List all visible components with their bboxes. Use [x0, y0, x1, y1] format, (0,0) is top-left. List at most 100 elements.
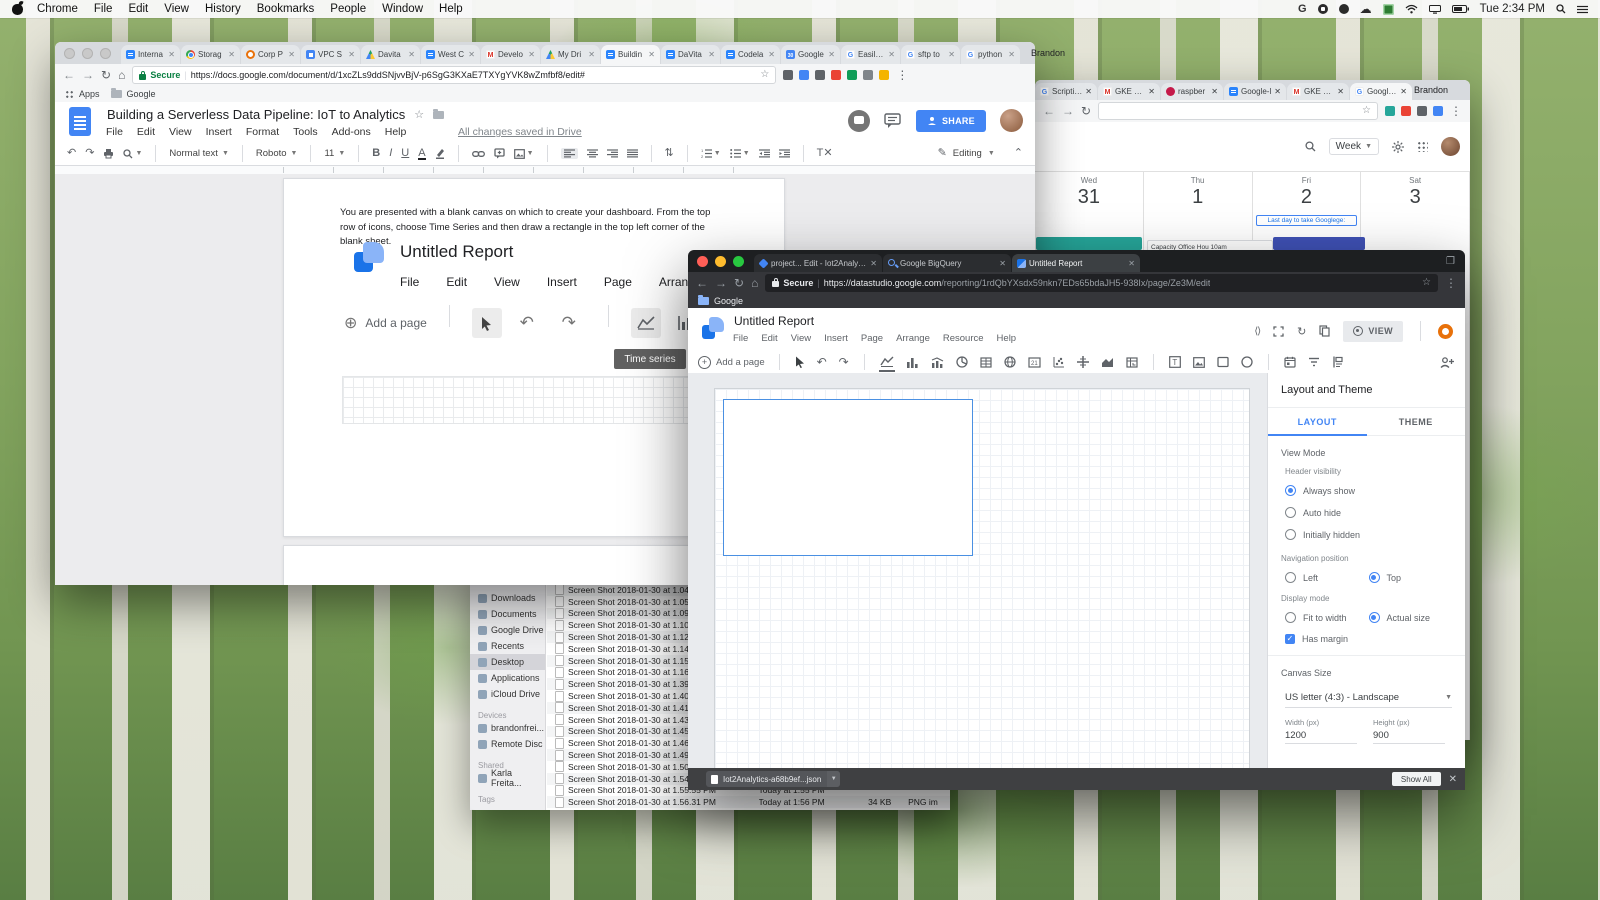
back-icon[interactable]: ←	[1043, 105, 1055, 117]
document-title[interactable]: Building a Serverless Data Pipeline: IoT…	[107, 107, 405, 122]
tab-close-icon[interactable]: ✕	[288, 50, 295, 59]
browser-tab[interactable]: Develo ✕	[481, 45, 540, 64]
tab-close-icon[interactable]: ✕	[999, 259, 1006, 268]
tab-close-icon[interactable]: ✕	[588, 50, 595, 59]
google-docs-logo[interactable]	[69, 107, 91, 136]
outdent-icon[interactable]	[759, 149, 770, 158]
bookmark-star-icon[interactable]: ☆	[760, 69, 769, 81]
refresh-icon[interactable]: ↻	[734, 277, 744, 289]
share-button[interactable]: SHARE	[916, 110, 986, 132]
forward-icon[interactable]: →	[1062, 105, 1074, 117]
refresh-icon[interactable]: ↻	[1081, 105, 1091, 117]
tab-close-icon[interactable]: ✕	[888, 50, 895, 59]
insert-link-icon[interactable]	[472, 150, 485, 158]
finder-sidebar-entry[interactable]: Google Drive	[470, 622, 545, 638]
menubar-item[interactable]: Help	[439, 3, 463, 15]
menubar-clock[interactable]: Tue 2:34 PM	[1480, 3, 1545, 15]
tab-close-icon[interactable]: ✕	[1211, 87, 1218, 96]
day-number[interactable]: 3	[1361, 186, 1469, 209]
finder-sidebar-entry[interactable]: brandonfrei...	[470, 720, 545, 736]
tab-close-icon[interactable]: ✕	[1274, 87, 1281, 96]
browser-tab[interactable]: GKE Nod ✕	[1098, 83, 1160, 100]
back-icon[interactable]: ←	[63, 69, 75, 81]
share-add-person-icon[interactable]	[1439, 353, 1455, 371]
pie-chart-icon[interactable]	[955, 353, 969, 371]
finder-sidebar-entry[interactable]: Downloads	[470, 590, 545, 606]
display-icon[interactable]	[1429, 5, 1441, 14]
extension-icon[interactable]	[879, 70, 889, 80]
browser-tab[interactable]: Easily E ✕	[841, 45, 900, 64]
extension-icon[interactable]	[1433, 106, 1443, 116]
google-bookmark-folder[interactable]: Google	[714, 296, 743, 306]
radio-fit-to-width[interactable]: Fit to width	[1285, 612, 1369, 623]
bullet-chart-icon[interactable]	[1076, 353, 1090, 371]
day-number[interactable]: 2	[1253, 186, 1361, 209]
wifi-icon[interactable]	[1405, 4, 1418, 14]
close-window-button[interactable]	[64, 48, 75, 59]
calendar-event-chip[interactable]	[1273, 237, 1365, 250]
studio-menu-item[interactable]: Page	[861, 333, 883, 344]
bookmark-star-icon[interactable]: ☆	[1422, 277, 1431, 289]
chrome-profile-name[interactable]: Brandon	[1414, 85, 1448, 95]
extension-icon[interactable]	[799, 70, 809, 80]
table-icon[interactable]	[979, 353, 993, 371]
refresh-data-icon[interactable]: ↻	[1297, 325, 1306, 338]
chrome-profile-name[interactable]: Brandon	[1031, 48, 1065, 58]
geo-map-icon[interactable]	[1003, 353, 1017, 371]
tab-close-icon[interactable]: ✕	[1148, 87, 1155, 96]
tab-close-icon[interactable]: ✕	[168, 50, 175, 59]
google-apps-grid-icon[interactable]	[1417, 141, 1428, 152]
browser-tab[interactable]: Google ✕	[781, 45, 840, 64]
finder-sidebar-entry[interactable]: Applications	[470, 670, 545, 686]
radio-actual-size[interactable]: Actual size	[1369, 612, 1453, 623]
tab-close-icon[interactable]: ✕	[1337, 87, 1344, 96]
browser-tab[interactable]: Scripting ✕	[1035, 83, 1097, 100]
studio-menu-item[interactable]: Arrange	[896, 333, 930, 344]
explore-chat-icon[interactable]	[848, 110, 870, 132]
justify-icon[interactable]	[627, 149, 638, 158]
browser-tab[interactable]: sftp to ✕	[901, 45, 960, 64]
finder-sidebar-entry[interactable]: Documents	[470, 606, 545, 622]
image-tool-icon[interactable]	[1192, 353, 1206, 371]
tab-close-icon[interactable]: ✕	[1008, 50, 1015, 59]
finder-sidebar-entry[interactable]: Karla Freita...	[470, 770, 545, 786]
finder-sidebar-entry[interactable]: Devices	[470, 706, 545, 720]
browser-tab[interactable]: raspber ✕	[1161, 83, 1223, 100]
finder-sidebar-entry[interactable]: iCloud Drive	[470, 686, 545, 702]
browser-tab[interactable]: Buildin ✕	[601, 45, 660, 64]
browser-tab[interactable]: project... Edit - Iot2Analytics ✕	[754, 254, 882, 272]
align-left-icon[interactable]	[561, 148, 578, 159]
clear-formatting-icon[interactable]: T✕	[817, 148, 833, 159]
minimize-window-button[interactable]	[715, 256, 726, 267]
apple-menu-icon[interactable]	[12, 4, 23, 15]
browser-tab[interactable]: Davita ✕	[361, 45, 420, 64]
align-center-icon[interactable]	[587, 149, 598, 158]
calendar-event-chip[interactable]	[1036, 237, 1142, 250]
zoom-tool-icon[interactable]: ▼	[123, 148, 142, 159]
menubar-item[interactable]: Chrome	[37, 3, 78, 15]
insert-comment-icon[interactable]	[494, 148, 505, 159]
browser-tab[interactable]: Google BigQuery ✕	[883, 254, 1011, 272]
move-folder-icon[interactable]	[433, 111, 444, 119]
minimize-window-button[interactable]	[82, 48, 93, 59]
browser-tab[interactable]: Storag ✕	[181, 45, 240, 64]
print-icon[interactable]	[103, 148, 114, 159]
finder-file-row[interactable]: Screen Shot 2018-01-30 at 1.56.31 PM Tod…	[547, 796, 950, 808]
undo-icon[interactable]: ↶	[816, 353, 828, 371]
document-paragraph[interactable]: You are presented with a blank canvas on…	[340, 206, 718, 250]
ellipse-tool-icon[interactable]	[1240, 353, 1254, 371]
docs-omnibox[interactable]: Secure | https://docs.google.com/documen…	[132, 66, 776, 84]
radio-auto-hide[interactable]: Auto hide	[1285, 507, 1452, 518]
docs-menu-item[interactable]: Edit	[137, 126, 155, 138]
studio-menu-item[interactable]: Edit	[761, 333, 777, 344]
collapse-toolbar-icon[interactable]: ⌃	[1014, 148, 1023, 159]
studio-menu-item[interactable]: View	[791, 333, 811, 344]
has-margin-checkbox[interactable]: ✓ Has margin	[1285, 634, 1452, 644]
day-number[interactable]: 1	[1144, 186, 1252, 209]
extension-icon[interactable]	[783, 70, 793, 80]
extension-icon[interactable]	[815, 70, 825, 80]
underline-icon[interactable]: U	[401, 148, 409, 159]
extension-icon[interactable]	[863, 70, 873, 80]
docs-menu-item[interactable]: File	[106, 126, 123, 138]
indent-icon[interactable]	[779, 149, 790, 158]
